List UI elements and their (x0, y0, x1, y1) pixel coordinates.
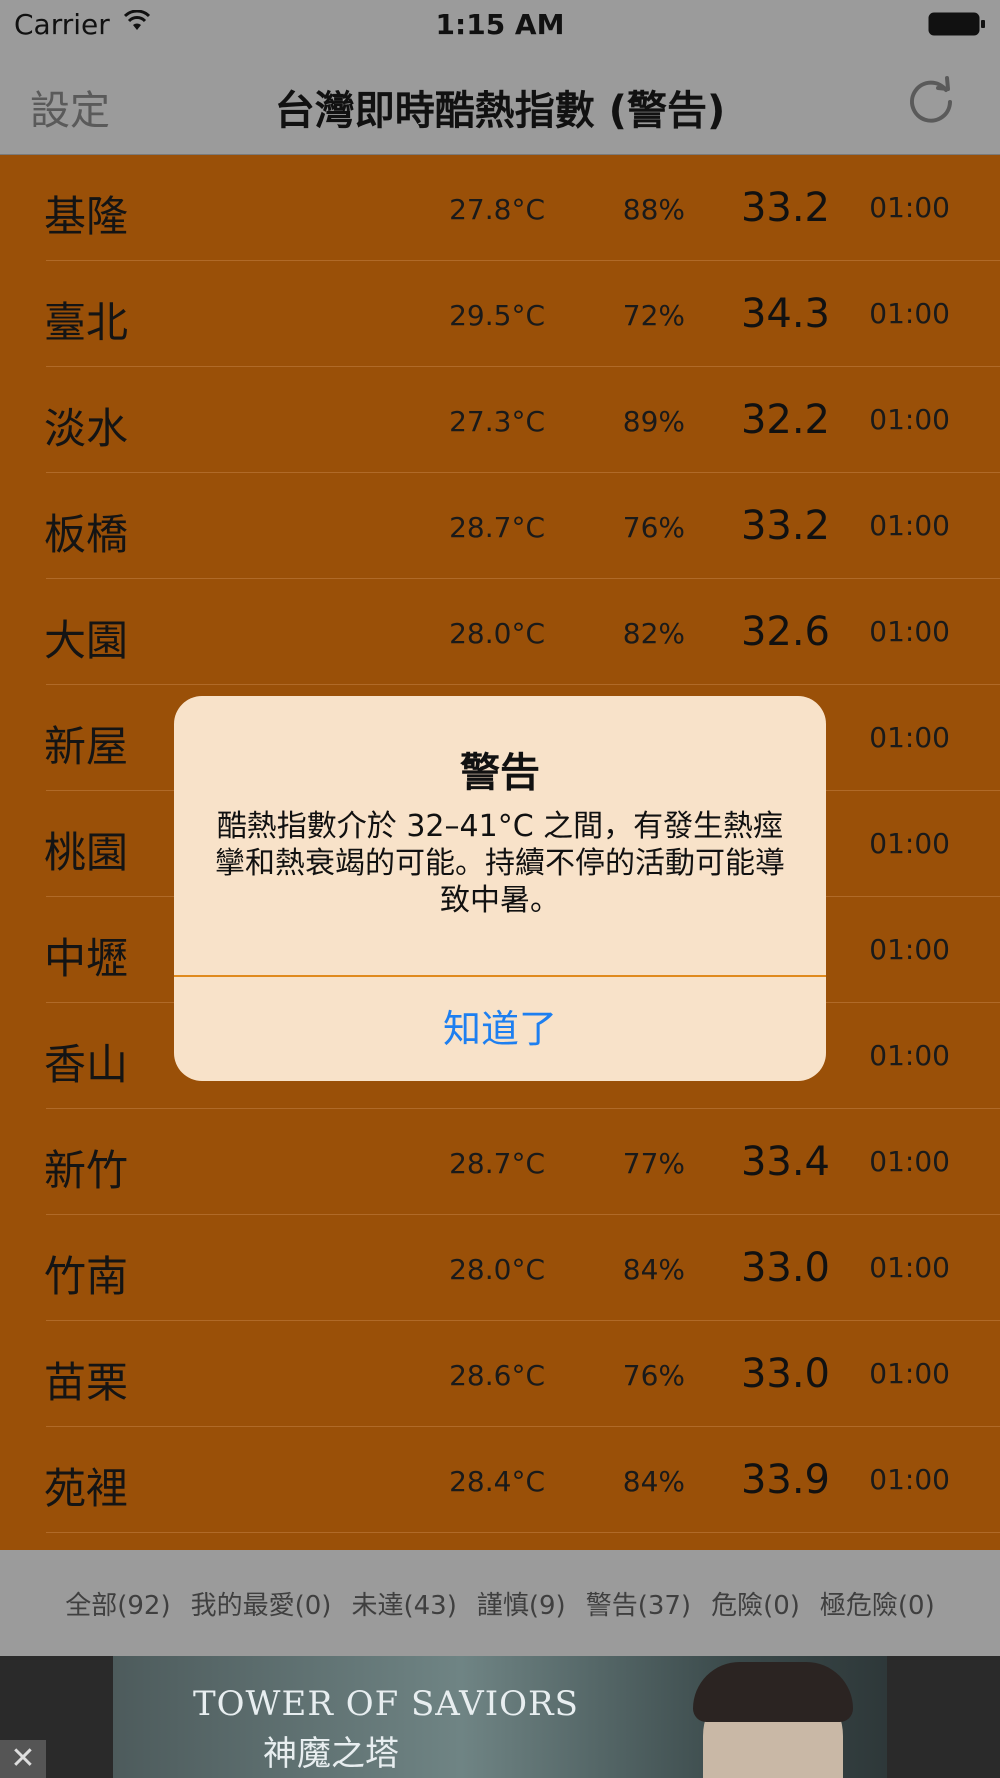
temperature: 28.0°C (449, 617, 545, 650)
clock: 1:15 AM (435, 8, 565, 41)
humidity: 89% (622, 405, 685, 438)
humidity: 77% (622, 1147, 685, 1180)
heat-index: 32.2 (740, 397, 830, 443)
update-time: 01:00 (869, 1039, 950, 1072)
table-row[interactable]: 臺北 29.5°C 72% 34.3 01:00 (0, 261, 1000, 367)
station-name: 香山 (44, 1040, 129, 1089)
filter-tab[interactable]: 謹慎(9) (467, 1585, 576, 1622)
filter-tab[interactable]: 全部(92) (55, 1585, 180, 1622)
humidity: 76% (622, 1359, 685, 1392)
temperature: 28.7°C (449, 1147, 545, 1180)
update-time: 01:00 (869, 1357, 950, 1390)
heat-index: 32.6 (740, 609, 830, 655)
temperature: 27.8°C (449, 193, 545, 226)
station-name: 新屋 (44, 722, 129, 771)
update-time: 01:00 (869, 615, 950, 648)
temperature: 28.0°C (449, 1253, 545, 1286)
station-name: 淡水 (44, 404, 129, 453)
humidity: 88% (622, 193, 685, 226)
table-row[interactable]: 新竹 28.7°C 77% 33.4 01:00 (0, 1109, 1000, 1215)
ad-subtitle: 神魔之塔 (263, 1734, 399, 1774)
station-name: 中壢 (44, 934, 129, 983)
navigation-bar: 設定 台灣即時酷熱指數 (警告) (0, 50, 1000, 155)
page-title: 台灣即時酷熱指數 (警告) (274, 88, 726, 134)
table-row[interactable]: 淡水 27.3°C 89% 32.2 01:00 (0, 367, 1000, 473)
alert-ok-button[interactable]: 知道了 (174, 978, 826, 1081)
table-row[interactable]: 基隆 27.8°C 88% 33.2 01:00 (0, 155, 1000, 261)
update-time: 01:00 (869, 721, 950, 754)
station-name: 苑裡 (44, 1464, 129, 1513)
update-time: 01:00 (869, 1145, 950, 1178)
refresh-icon[interactable] (902, 72, 960, 130)
ad-title: TOWER OF SAVIORS (193, 1684, 579, 1724)
heat-index: 33.0 (740, 1245, 830, 1291)
humidity: 84% (622, 1465, 685, 1498)
table-row[interactable]: 苗栗 28.6°C 76% 33.0 01:00 (0, 1321, 1000, 1427)
station-name: 竹南 (44, 1252, 129, 1301)
station-name: 基隆 (44, 192, 129, 241)
filter-tab[interactable]: 未達(43) (341, 1585, 466, 1622)
alert-dialog: 警告 酷熱指數介於 32–41°C 之間，有發生熱痙攣和熱衰竭的可能。持續不停的… (174, 696, 826, 1081)
status-bar: Carrier 1:15 AM (0, 0, 1000, 50)
ad-image[interactable]: TOWER OF SAVIORS 神魔之塔 (113, 1656, 887, 1778)
filter-bar: 全部(92) 我的最愛(0) 未達(43) 謹慎(9) 警告(37) 危險(0) 極危險(0… (0, 1550, 1000, 1656)
station-name: 臺北 (44, 298, 129, 347)
table-row[interactable]: 板橋 28.7°C 76% 33.2 01:00 (0, 473, 1000, 579)
humidity: 72% (622, 299, 685, 332)
update-time: 01:00 (869, 509, 950, 542)
table-row[interactable]: 大園 28.0°C 82% 32.6 01:00 (0, 579, 1000, 685)
temperature: 28.6°C (449, 1359, 545, 1392)
filter-tab[interactable]: 我的最愛(0) (181, 1585, 342, 1622)
update-time: 01:00 (869, 933, 950, 966)
humidity: 84% (622, 1253, 685, 1286)
table-row[interactable]: 苑裡 28.4°C 84% 33.9 01:00 (0, 1427, 1000, 1533)
filter-tab[interactable]: 極危險(0) (810, 1585, 945, 1622)
update-time: 01:00 (869, 191, 950, 224)
temperature: 28.7°C (449, 511, 545, 544)
station-name: 板橋 (44, 510, 129, 559)
station-name: 桃園 (44, 828, 129, 877)
alert-divider (174, 975, 826, 977)
heat-index: 33.4 (740, 1139, 830, 1185)
temperature: 29.5°C (449, 299, 545, 332)
heat-index: 33.9 (740, 1457, 830, 1503)
filter-tab[interactable]: 危險(0) (701, 1585, 810, 1622)
heat-index: 33.2 (740, 185, 830, 231)
battery-icon (928, 12, 985, 36)
station-name: 苗栗 (44, 1358, 129, 1407)
alert-title: 警告 (460, 750, 540, 796)
temperature: 28.4°C (449, 1465, 545, 1498)
station-name: 新竹 (44, 1146, 129, 1195)
humidity: 76% (622, 511, 685, 544)
ad-person-hair (693, 1662, 853, 1722)
humidity: 82% (622, 617, 685, 650)
station-name: 大園 (44, 616, 129, 665)
temperature: 27.3°C (449, 405, 545, 438)
heat-index: 33.2 (740, 503, 830, 549)
update-time: 01:00 (869, 403, 950, 436)
alert-message: 酷熱指數介於 32–41°C 之間，有發生熱痙攣和熱衰竭的可能。持續不停的活動可… (215, 809, 785, 918)
table-row[interactable]: 竹南 28.0°C 84% 33.0 01:00 (0, 1215, 1000, 1321)
update-time: 01:00 (869, 827, 950, 860)
update-time: 01:00 (869, 1463, 950, 1496)
ad-close-button[interactable]: ✕ (0, 1740, 46, 1778)
update-time: 01:00 (869, 1251, 950, 1284)
update-time: 01:00 (869, 297, 950, 330)
ad-banner[interactable]: TOWER OF SAVIORS 神魔之塔 ✕ (0, 1656, 1000, 1778)
heat-index: 34.3 (740, 291, 830, 337)
filter-tab[interactable]: 警告(37) (576, 1585, 701, 1622)
heat-index: 33.0 (740, 1351, 830, 1397)
